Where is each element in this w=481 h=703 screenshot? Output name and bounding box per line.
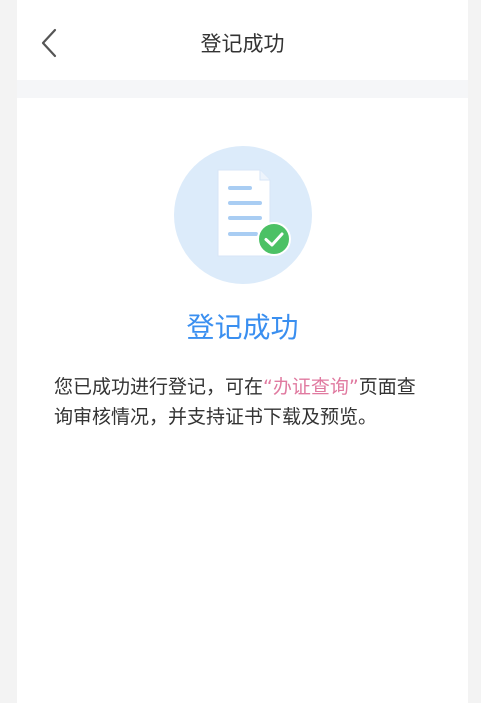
header-bar: 登记成功 [17, 0, 468, 80]
back-button[interactable] [35, 27, 65, 59]
success-message: 您已成功进行登记，可在“办证查询”页面查询审核情况，并支持证书下载及预览。 [54, 372, 434, 432]
query-link[interactable]: “办证查询” [263, 376, 359, 398]
page-title: 登记成功 [200, 32, 285, 56]
success-illustration [174, 146, 312, 284]
success-title: 登记成功 [186, 311, 299, 344]
check-circle-icon [257, 222, 291, 256]
section-divider [17, 80, 468, 98]
chevron-left-icon [41, 28, 57, 58]
message-prefix: 您已成功进行登记，可在 [54, 376, 264, 398]
registration-success-page: 登记成功 登记成功 您已成功进行登记，可在“办证查询”页面查询审核情况，并支持证… [17, 0, 468, 703]
result-content: 登记成功 您已成功进行登记，可在“办证查询”页面查询审核情况，并支持证书下载及预… [17, 98, 468, 703]
document-icon [174, 146, 312, 284]
